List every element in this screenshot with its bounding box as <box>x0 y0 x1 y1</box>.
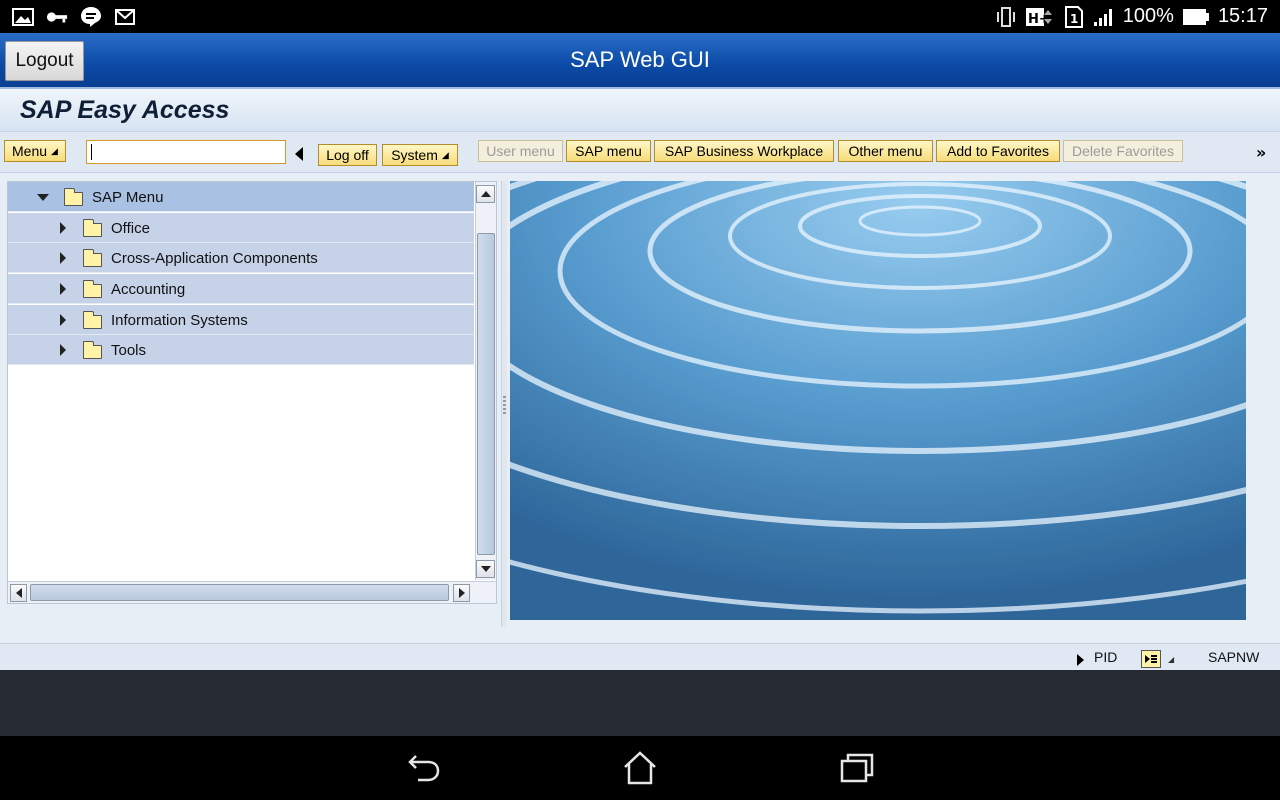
collapsed-caret-icon[interactable] <box>60 222 66 234</box>
folder-icon <box>83 311 102 329</box>
tree-node-label: Information Systems <box>111 312 248 329</box>
sap-menu-button[interactable]: SAP menu <box>566 140 651 162</box>
pane-splitter[interactable] <box>501 181 507 627</box>
scroll-right-button[interactable] <box>453 584 470 602</box>
arrow-left-icon <box>15 588 22 598</box>
horizontal-scrollbar[interactable] <box>8 581 496 603</box>
user-menu-button[interactable]: User menu <box>478 140 563 162</box>
android-nav-bar <box>0 736 1280 800</box>
add-to-favorites-button[interactable]: Add to Favorites <box>936 140 1060 162</box>
home-icon[interactable] <box>621 750 659 786</box>
mail-icon <box>114 6 136 28</box>
tree-node-tools[interactable]: Tools <box>8 335 474 365</box>
more-actions-icon[interactable]: » <box>1256 143 1266 162</box>
tree-node-label: Office <box>111 220 150 237</box>
vertical-scrollbar[interactable] <box>475 182 496 580</box>
scroll-left-button[interactable] <box>10 584 27 602</box>
empty-area <box>0 670 1280 736</box>
scroll-up-button[interactable] <box>476 185 495 203</box>
water-ripple-graphic <box>510 181 1246 620</box>
tree-node-cross-application[interactable]: Cross-Application Components <box>8 243 474 273</box>
text-cursor <box>91 144 92 160</box>
vibrate-icon <box>995 6 1017 28</box>
system-menu-button[interactable]: System ◢ <box>382 144 458 166</box>
tree-node-label: Accounting <box>111 281 186 298</box>
collapsed-caret-icon[interactable] <box>60 314 66 326</box>
delete-favorites-button[interactable]: Delete Favorites <box>1063 140 1183 162</box>
arrow-right-icon <box>458 588 465 598</box>
arrow-up-icon <box>480 191 491 197</box>
key-icon <box>46 6 68 28</box>
open-folder-icon <box>64 188 83 206</box>
vertical-scroll-thumb[interactable] <box>477 233 495 555</box>
dropdown-caret-icon: ◢ <box>51 145 58 156</box>
system-menu-label: System <box>391 147 438 163</box>
other-menu-button[interactable]: Other menu <box>838 140 933 162</box>
chat-icon <box>80 6 102 28</box>
scroll-down-button[interactable] <box>476 560 495 578</box>
business-workplace-button[interactable]: SAP Business Workplace <box>654 140 834 162</box>
log-off-button[interactable]: Log off <box>318 144 377 166</box>
sap-status-bar: PID SAPNW <box>0 643 1280 670</box>
dropdown-caret-icon: ◢ <box>441 149 449 160</box>
horizontal-scroll-thumb[interactable] <box>30 584 449 601</box>
application-toolbar: Menu ◢ Log off System ◢ User menu SAP me… <box>0 131 1280 173</box>
logout-button[interactable]: Logout <box>5 41 84 81</box>
hplus-icon: H+ <box>1025 6 1055 28</box>
pid-label: PID <box>1094 649 1118 665</box>
collapsed-caret-icon[interactable] <box>60 344 66 356</box>
page-header: SAP Easy Access <box>0 87 1280 131</box>
signal-icon <box>1093 6 1115 28</box>
back-icon[interactable] <box>405 750 443 786</box>
system-name: SAPNW <box>1208 649 1260 665</box>
tree-node-label: Tools <box>111 342 147 359</box>
battery-percent: 100% <box>1122 5 1174 27</box>
folder-icon <box>83 280 102 298</box>
expand-status-icon[interactable] <box>1077 654 1084 666</box>
menu-tree: SAP Menu Office Cross-Application Compon… <box>8 182 474 580</box>
app-title: SAP Web GUI <box>570 47 710 72</box>
tree-node-information-systems[interactable]: Information Systems <box>8 305 474 335</box>
gallery-icon <box>12 6 34 28</box>
recent-apps-icon[interactable] <box>838 750 876 786</box>
menu-button-label: Menu <box>12 143 48 159</box>
folder-icon <box>83 249 102 267</box>
easy-access-image <box>510 181 1246 620</box>
expanded-caret-icon[interactable] <box>37 194 49 201</box>
screen: H+ 1 100% 15:17 Logout SAP Web GUI SAP E… <box>0 0 1280 800</box>
collapsed-caret-icon[interactable] <box>60 283 66 295</box>
main-area: SAP Menu Office Cross-Application Compon… <box>0 173 1280 643</box>
session-info-icon[interactable] <box>1141 650 1174 668</box>
tree-node-office[interactable]: Office <box>8 213 474 243</box>
command-field[interactable] <box>86 140 286 164</box>
sim-icon: 1 <box>1063 5 1085 28</box>
tree-node-label: Cross-Application Components <box>111 250 318 267</box>
tree-node-sap-menu[interactable]: SAP Menu <box>8 182 474 212</box>
android-status-bar: H+ 1 100% 15:17 <box>0 0 1280 33</box>
tree-node-accounting[interactable]: Accounting <box>8 274 474 304</box>
menu-tree-panel: SAP Menu Office Cross-Application Compon… <box>7 181 497 604</box>
page-title: SAP Easy Access <box>20 95 230 124</box>
collapsed-caret-icon[interactable] <box>60 252 66 264</box>
svg-text:1: 1 <box>1070 12 1078 26</box>
collapse-command-field-icon[interactable] <box>295 147 303 161</box>
clock: 15:17 <box>1217 5 1268 27</box>
arrow-down-icon <box>480 566 491 572</box>
splitter-grip-icon <box>503 396 506 416</box>
app-title-bar: Logout SAP Web GUI <box>0 33 1280 87</box>
tree-node-label: SAP Menu <box>92 189 164 206</box>
folder-icon <box>83 341 102 359</box>
menu-button[interactable]: Menu ◢ <box>4 140 66 162</box>
battery-icon <box>1182 6 1210 28</box>
folder-icon <box>83 219 102 237</box>
